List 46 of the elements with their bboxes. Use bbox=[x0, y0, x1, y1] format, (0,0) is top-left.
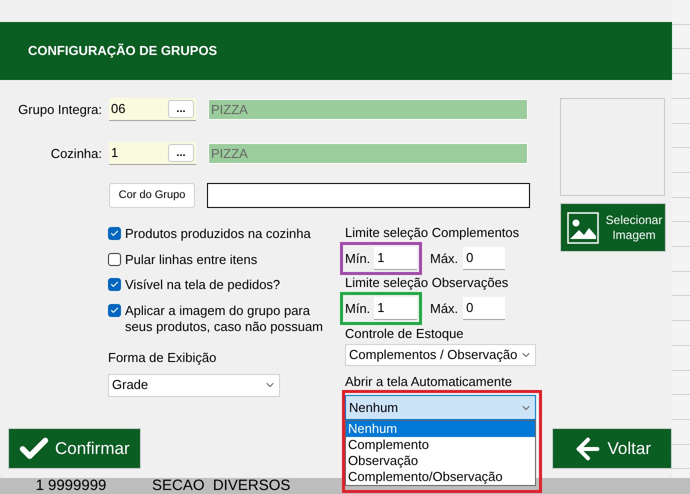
table-cell-text: 9999999 bbox=[48, 478, 108, 494]
display-select[interactable]: Grade bbox=[108, 374, 280, 396]
dropdown-option[interactable]: Nenhum bbox=[346, 421, 535, 437]
field-label: Forma de Exibição bbox=[108, 349, 218, 367]
field-label: Grupo Integra: bbox=[17, 100, 102, 119]
min-field[interactable]: 1 bbox=[374, 297, 418, 320]
description-field: PIZZA bbox=[208, 99, 528, 120]
check-icon bbox=[110, 280, 119, 289]
field-label: Controle de Estoque bbox=[345, 326, 465, 342]
code-field[interactable]: 06 ... bbox=[109, 98, 196, 121]
min-label: Mín. bbox=[345, 250, 370, 268]
checkbox-option[interactable]: Produtos produzidos na cozinha bbox=[108, 226, 338, 242]
checkbox[interactable] bbox=[108, 304, 121, 317]
min-label: Mín. bbox=[345, 300, 370, 318]
back-button[interactable]: Voltar bbox=[552, 428, 672, 469]
table-cell-text: SECAO DIVERSOS bbox=[152, 478, 292, 494]
checkbox-option[interactable]: Pular linhas entre itens bbox=[108, 252, 338, 268]
table-cell-text: 1 bbox=[34, 478, 44, 494]
limit-label: Limite seleção Complementos bbox=[345, 225, 520, 241]
field-label: Cozinha: bbox=[50, 144, 102, 163]
field-label: Abrir a tela Automaticamente bbox=[345, 374, 513, 390]
max-field[interactable]: 0 bbox=[463, 247, 506, 270]
checkbox-option[interactable]: Visível na tela de pedidos? bbox=[108, 277, 338, 293]
code-field[interactable]: 1 ... bbox=[109, 142, 196, 165]
checkbox[interactable] bbox=[108, 253, 121, 266]
dialog-title: CONFIGURAÇÃO DE GRUPOS bbox=[28, 42, 218, 60]
check-icon bbox=[110, 306, 119, 315]
stock-select[interactable]: Complementos / Observação bbox=[345, 344, 536, 366]
checkbox[interactable] bbox=[108, 278, 121, 291]
confirm-button[interactable]: Confirmar bbox=[8, 428, 141, 469]
max-field[interactable]: 0 bbox=[463, 297, 506, 320]
check-icon bbox=[110, 229, 119, 238]
lookup-button[interactable]: ... bbox=[168, 144, 194, 162]
color-button[interactable]: Cor do Grupo bbox=[109, 183, 195, 208]
description-field: PIZZA bbox=[208, 143, 528, 164]
image-icon bbox=[567, 212, 599, 244]
color-swatch[interactable] bbox=[207, 183, 530, 208]
checkbox[interactable] bbox=[108, 227, 121, 240]
min-field[interactable]: 1 bbox=[374, 247, 418, 270]
limit-label: Limite seleção Observações bbox=[345, 275, 510, 291]
lookup-button[interactable]: ... bbox=[168, 100, 194, 118]
checkbox-option[interactable]: Aplicar a imagem do grupo para seus produtos, caso não possuam bbox=[108, 303, 338, 335]
select-image-button[interactable]: Selecionar Imagem bbox=[560, 203, 666, 252]
auto-open-select[interactable]: Nenhum bbox=[345, 395, 536, 420]
max-label: Máx. bbox=[430, 250, 458, 268]
max-label: Máx. bbox=[430, 300, 458, 318]
